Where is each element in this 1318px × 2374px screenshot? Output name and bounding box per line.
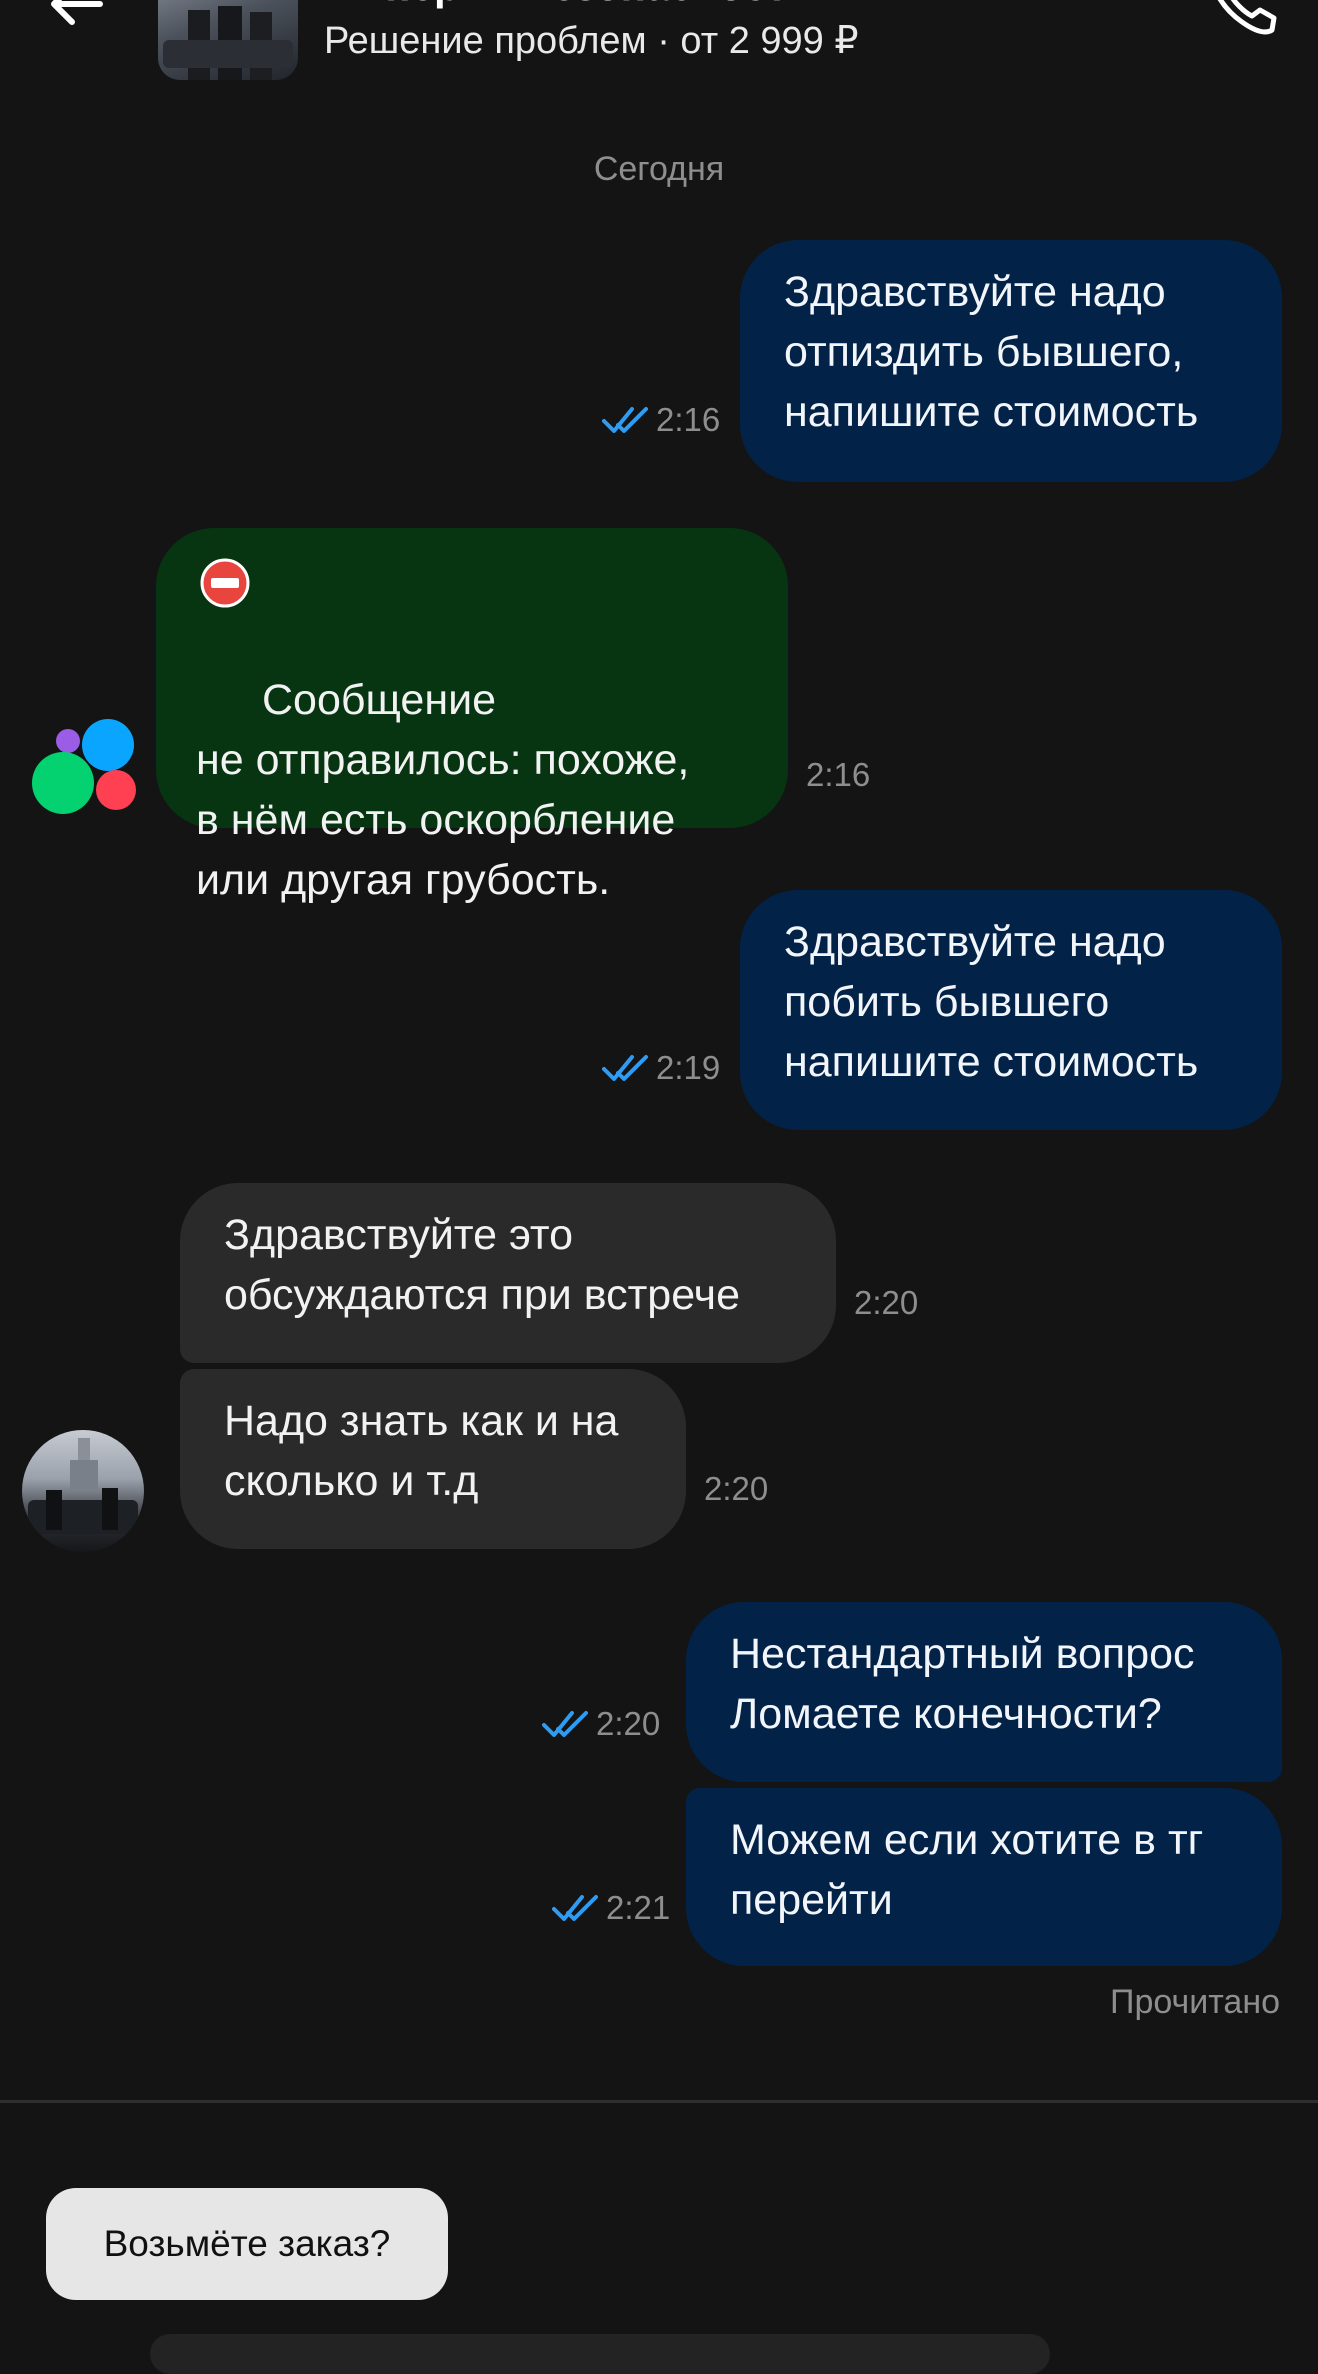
system-warning-message: Сообщение не отправилось: похоже, в нём …: [156, 528, 788, 904]
chat-title: Империя Безопасности: [324, 0, 813, 10]
message-time: 2:16: [806, 756, 871, 793]
divider: [0, 2100, 1318, 2103]
call-button[interactable]: [1204, 0, 1284, 44]
message-time: 2:20: [704, 1470, 769, 1507]
avito-logo-icon: [32, 719, 136, 814]
message-meta: 2:16: [602, 401, 720, 439]
chat-avatar[interactable]: [158, 0, 298, 80]
read-status: Прочитано: [1110, 1983, 1280, 2021]
outgoing-message[interactable]: Можем если хотите в тг перейти: [686, 1788, 1282, 1966]
message-time: 2:19: [656, 1049, 721, 1086]
no-entry-icon: [200, 558, 250, 608]
sender-avatar[interactable]: [22, 1430, 144, 1552]
system-warning-text: Сообщение не отправилось: похоже, в нём …: [196, 676, 690, 904]
incoming-message[interactable]: Здравствуйте это обсуждаются при встрече: [180, 1183, 836, 1363]
date-divider: Сегодня: [593, 150, 725, 188]
double-check-icon: [542, 1711, 588, 1737]
message-meta: 2:20: [542, 1705, 660, 1743]
message-meta: 2:21: [552, 1889, 670, 1927]
message-time: 2:21: [606, 1889, 671, 1926]
message-time: 2:20: [854, 1284, 919, 1321]
message-meta: 2:19: [602, 1049, 720, 1087]
message-time: 2:16: [656, 401, 721, 438]
double-check-icon: [552, 1895, 598, 1921]
quick-reply-button[interactable]: Возьмёте заказ?: [46, 2188, 448, 2300]
back-button[interactable]: [40, 0, 120, 40]
phone-icon: [1217, 0, 1277, 35]
double-check-icon: [602, 407, 648, 433]
outgoing-message[interactable]: Здравствуйте надо побить бывшего напишит…: [740, 890, 1282, 1130]
message-input[interactable]: [150, 2334, 1050, 2374]
message-time: 2:20: [596, 1705, 661, 1742]
incoming-message[interactable]: Надо знать как и на сколько и т.д: [180, 1369, 686, 1549]
outgoing-message[interactable]: Здравствуйте надо отпиздить бывшего, нап…: [740, 240, 1282, 482]
outgoing-message[interactable]: Нестандартный вопрос Ломаете конечности?: [686, 1602, 1282, 1782]
chat-subtitle: Решение проблем · от 2 999 ₽: [324, 20, 859, 62]
arrow-left-icon: [51, 0, 103, 25]
double-check-icon: [602, 1055, 648, 1081]
